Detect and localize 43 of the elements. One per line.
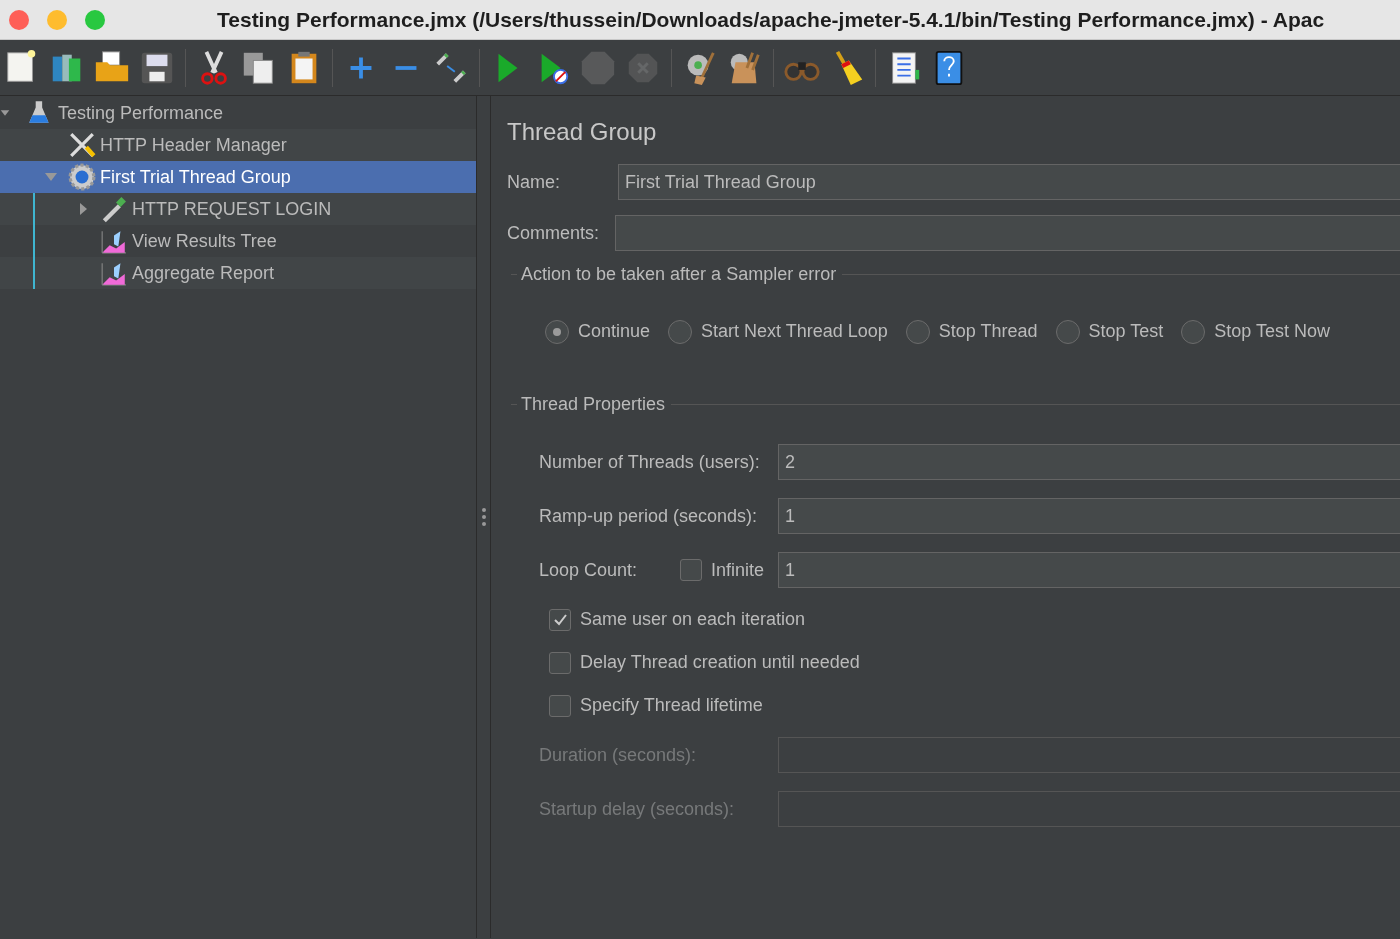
check-icon xyxy=(553,612,567,627)
radio-button[interactable] xyxy=(905,319,930,344)
radio-label: Stop Test Now xyxy=(1214,320,1331,343)
radio-button[interactable] xyxy=(1181,319,1206,344)
field-label: Ramp-up period (seconds): xyxy=(539,504,759,528)
checkbox-label: Same user on each iteration xyxy=(580,608,806,631)
field-label: Number of Threads (users): xyxy=(539,450,761,474)
field-label: Loop Count: xyxy=(539,558,639,582)
checkbox[interactable] xyxy=(549,608,571,631)
tree-item[interactable]: View Results Tree xyxy=(132,227,277,255)
window-title: Testing Performance.jmx (/Users/thussein/Downloads/apache-jmeter-5.4.1/bin/Testing Performance.jmx) - Apac xyxy=(217,6,1325,33)
radio-label: Stop Thread xyxy=(938,320,1038,343)
number-field[interactable]: 1 xyxy=(778,498,1400,534)
radio-label: Continue xyxy=(578,320,651,343)
pipette-icon xyxy=(100,195,128,224)
checkbox[interactable] xyxy=(549,694,571,717)
splitter-handle[interactable] xyxy=(481,507,486,527)
checkbox[interactable] xyxy=(549,651,571,674)
checkbox-label: Infinite xyxy=(711,558,766,582)
close-button[interactable] xyxy=(9,9,29,30)
number-field[interactable]: 1 xyxy=(778,552,1400,588)
radio-label: Stop Test xyxy=(1088,320,1164,343)
radio-label: Start Next Thread Loop xyxy=(701,320,888,343)
radio-button[interactable] xyxy=(668,319,693,344)
comments-field[interactable] xyxy=(615,215,1400,251)
radio-button[interactable] xyxy=(1055,319,1080,344)
panel-title: Thread Group xyxy=(507,117,658,147)
field-label: Duration (seconds): xyxy=(539,743,698,767)
checkbox[interactable] xyxy=(680,559,702,581)
gear-icon xyxy=(68,163,96,192)
tree-item[interactable]: Testing Performance xyxy=(58,99,224,127)
checkbox-label: Specify Thread lifetime xyxy=(580,694,763,717)
checkbox-label: Delay Thread creation until needed xyxy=(580,651,860,674)
tools-icon xyxy=(68,131,96,160)
section-legend: Action to be taken after a Sampler error xyxy=(521,261,837,288)
field-label: Name: xyxy=(507,170,561,194)
section-legend: Thread Properties xyxy=(521,391,666,418)
field-label: Startup delay (seconds): xyxy=(539,797,736,821)
name-field[interactable]: First Trial Thread Group xyxy=(618,164,1400,200)
radio-button[interactable] xyxy=(545,319,569,344)
number-field[interactable]: 2 xyxy=(778,444,1400,480)
collapse-arrow-icon[interactable] xyxy=(44,171,58,183)
field-label: Comments: xyxy=(507,221,601,245)
